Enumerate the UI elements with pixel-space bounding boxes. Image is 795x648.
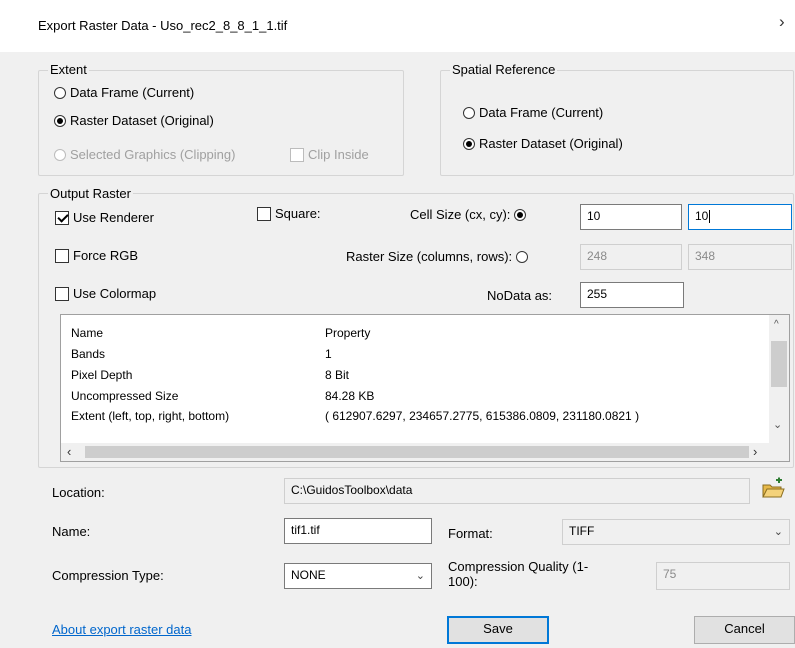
clip-inside-checkbox: [290, 147, 304, 162]
property-value: 8 Bit: [325, 368, 350, 382]
open-folder-button[interactable]: [760, 477, 788, 503]
property-value: 84.28 KB: [325, 389, 375, 403]
nodata-input[interactable]: 255: [580, 282, 684, 308]
compression-quality-input[interactable]: 75: [656, 562, 790, 590]
format-value: TIFF: [569, 524, 595, 538]
raster-size-radio[interactable]: [516, 250, 529, 263]
use-renderer-label: Use Renderer: [73, 210, 154, 225]
format-select[interactable]: TIFF ⌄: [562, 519, 790, 545]
raster-size-rows-input[interactable]: 348: [688, 244, 792, 270]
save-button[interactable]: Save: [447, 616, 549, 644]
cell-size-cx-value: 10: [587, 209, 601, 223]
name-label: Name:: [52, 524, 91, 539]
location-label: Location:: [52, 485, 105, 500]
vertical-scroll-thumb[interactable]: [771, 341, 787, 387]
horizontal-scroll-thumb[interactable]: [85, 446, 749, 458]
compression-quality-label: Compression Quality (1-100):: [448, 559, 589, 589]
compression-type-value: NONE: [291, 568, 326, 582]
property-name: Extent (left, top, right, bottom): [71, 409, 230, 423]
scroll-left-icon[interactable]: ‹: [67, 444, 71, 459]
cell-size-cy-input[interactable]: 10: [688, 204, 792, 230]
property-value: ( 612907.6297, 234657.2775, 615386.0809,…: [325, 409, 640, 423]
open-folder-icon: [762, 477, 785, 498]
scroll-up-icon[interactable]: ^: [774, 319, 779, 330]
raster-size-rows-value: 348: [695, 249, 716, 263]
sr-data-frame-radio[interactable]: [463, 106, 475, 119]
properties-header-name[interactable]: Name: [71, 326, 103, 340]
scroll-right-icon[interactable]: ›: [753, 444, 757, 459]
force-rgb-option[interactable]: Force RGB: [55, 248, 138, 263]
nodata-label: NoData as:: [487, 288, 553, 303]
force-rgb-checkbox[interactable]: [55, 248, 69, 263]
property-name: Pixel Depth: [71, 368, 133, 382]
spatial-reference-legend: Spatial Reference: [450, 62, 558, 77]
compression-type-select[interactable]: NONE ⌄: [284, 563, 432, 589]
compression-quality-value: 75: [663, 567, 677, 581]
force-rgb-label: Force RGB: [73, 248, 139, 263]
sr-raster-dataset-label: Raster Dataset (Original): [479, 136, 623, 151]
extent-raster-dataset-radio[interactable]: [54, 114, 66, 127]
cell-size-cx-input[interactable]: 10: [580, 204, 682, 230]
raster-size-columns-input[interactable]: 248: [580, 244, 682, 270]
scrollbar-corner: [769, 443, 789, 461]
property-name: Bands: [71, 347, 106, 361]
nodata-value: 255: [587, 287, 608, 301]
extent-raster-dataset-label: Raster Dataset (Original): [70, 113, 214, 128]
chevron-down-icon: ⌄: [415, 570, 425, 582]
extent-legend: Extent: [48, 62, 89, 77]
use-renderer-option[interactable]: Use Renderer: [55, 210, 154, 225]
extent-data-frame-label: Data Frame (Current): [70, 85, 195, 100]
cell-size-radio[interactable]: [514, 208, 527, 221]
compression-type-label: Compression Type:: [52, 568, 164, 583]
raster-size-label: Raster Size (columns, rows):: [346, 249, 513, 264]
about-export-link[interactable]: About export raster data: [52, 622, 191, 637]
close-icon[interactable]: ›: [779, 12, 785, 32]
extent-selected-graphics-label: Selected Graphics (Clipping): [70, 147, 236, 162]
use-colormap-option[interactable]: Use Colormap: [55, 286, 156, 301]
clip-inside-option: Clip Inside: [290, 147, 369, 162]
sr-raster-dataset-option[interactable]: Raster Dataset (Original): [463, 136, 623, 151]
properties-header-property[interactable]: Property: [325, 326, 370, 340]
extent-selected-graphics-radio: [54, 148, 66, 161]
cell-size-cy-value: 10: [695, 209, 709, 223]
cell-size-option[interactable]: Cell Size (cx, cy):: [410, 207, 527, 222]
extent-raster-dataset-option[interactable]: Raster Dataset (Original): [54, 113, 214, 128]
property-value: 1: [325, 347, 332, 361]
scroll-down-icon[interactable]: ⌄: [773, 418, 782, 431]
square-checkbox[interactable]: [257, 206, 271, 221]
use-renderer-checkbox[interactable]: [55, 210, 69, 225]
properties-list[interactable]: Name Property Bands 1 Pixel Depth 8 Bit …: [60, 314, 790, 462]
use-colormap-checkbox[interactable]: [55, 286, 69, 301]
text-cursor: [709, 210, 711, 224]
square-option[interactable]: Square:: [257, 206, 321, 221]
clip-inside-label: Clip Inside: [308, 147, 369, 162]
chevron-down-icon: ⌄: [773, 526, 783, 538]
name-value: tif1.tif: [291, 523, 320, 537]
cell-size-label: Cell Size (cx, cy):: [410, 207, 511, 222]
output-raster-legend: Output Raster: [48, 186, 133, 201]
square-label: Square:: [275, 206, 321, 221]
raster-size-columns-value: 248: [587, 249, 608, 263]
spatial-reference-group: [440, 70, 794, 176]
format-label: Format:: [448, 526, 493, 541]
location-input[interactable]: C:\GuidosToolbox\data: [284, 478, 750, 504]
sr-data-frame-label: Data Frame (Current): [479, 105, 604, 120]
sr-data-frame-option[interactable]: Data Frame (Current): [463, 105, 603, 120]
location-value: C:\GuidosToolbox\data: [291, 483, 413, 497]
cancel-button[interactable]: Cancel: [694, 616, 795, 644]
sr-raster-dataset-radio[interactable]: [463, 137, 475, 150]
property-name: Uncompressed Size: [71, 389, 179, 403]
extent-data-frame-radio[interactable]: [54, 86, 66, 99]
use-colormap-label: Use Colormap: [73, 286, 157, 301]
extent-data-frame-option[interactable]: Data Frame (Current): [54, 85, 194, 100]
raster-size-option[interactable]: Raster Size (columns, rows):: [346, 249, 529, 264]
name-input[interactable]: tif1.tif: [284, 518, 432, 544]
extent-selected-graphics-option: Selected Graphics (Clipping): [54, 147, 235, 162]
window-title: Export Raster Data - Uso_rec2_8_8_1_1.ti…: [38, 18, 288, 33]
